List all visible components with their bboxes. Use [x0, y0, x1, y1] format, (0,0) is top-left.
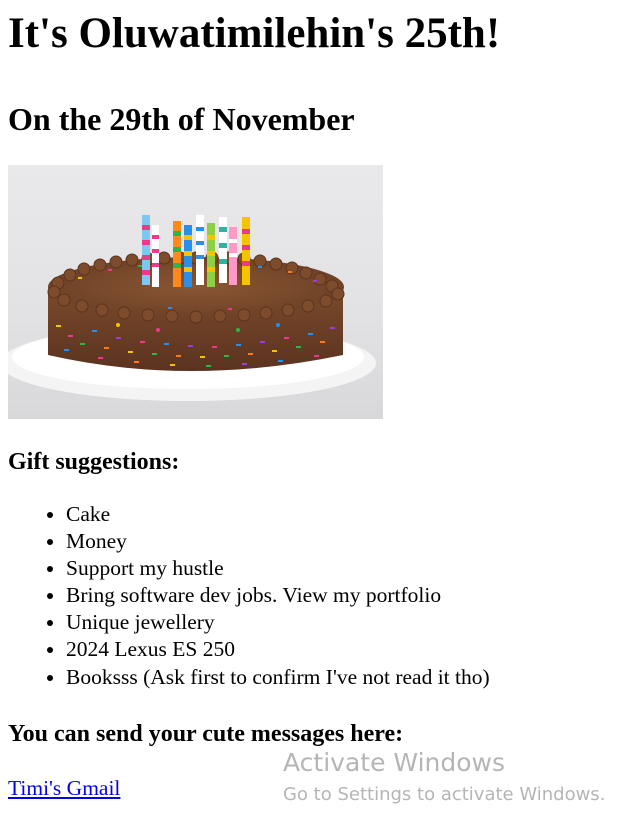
- messages-heading: You can send your cute messages here:: [8, 720, 404, 747]
- list-item: 2024 Lexus ES 250: [66, 636, 617, 663]
- list-item: Booksss (Ask first to confirm I've not r…: [66, 664, 617, 691]
- list-item: Support my hustle: [66, 555, 617, 582]
- gmail-link[interactable]: Timi's Gmail: [8, 775, 120, 802]
- list-item: Money: [66, 528, 617, 555]
- list-item: Bring software dev jobs. View my portfol…: [66, 582, 617, 609]
- list-item: Unique jewellery: [66, 609, 617, 636]
- page-subtitle: On the 29th of November: [8, 101, 355, 137]
- list-item: Cake: [66, 501, 617, 528]
- page-title: It's Oluwatimilehin's 25th!: [8, 10, 501, 57]
- page-content: It's Oluwatimilehin's 25th! On the 29th …: [0, 8, 625, 802]
- birthday-cake-image: [8, 165, 383, 419]
- gift-suggestions-heading: Gift suggestions:: [8, 449, 180, 475]
- gift-suggestions-list: Cake Money Support my hustle Bring softw…: [8, 501, 617, 691]
